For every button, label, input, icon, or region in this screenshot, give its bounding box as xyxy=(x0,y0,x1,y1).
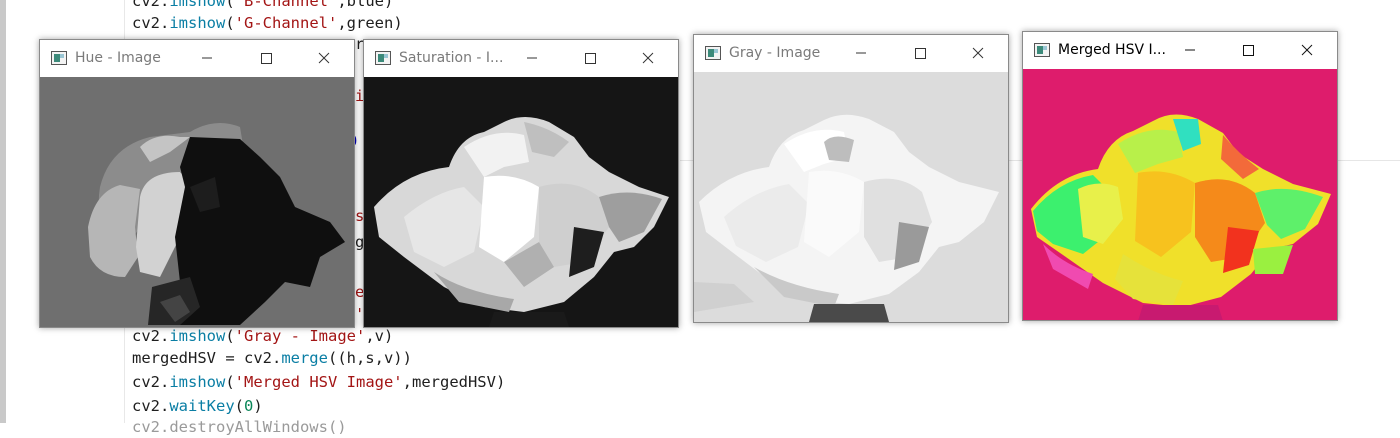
code-line-b-channel[interactable]: cv2.imshow('B-Channel',blue) xyxy=(132,0,393,12)
code-token: 'B-Channel' xyxy=(234,0,338,10)
window-title: Hue - Image xyxy=(75,50,161,66)
window-title: Gray - Image xyxy=(729,45,821,61)
code-token: ,mergedHSV) xyxy=(402,373,506,391)
code-token: ( xyxy=(225,373,235,391)
code-token: cv2. xyxy=(132,397,170,415)
code-line-g-channel[interactable]: cv2.imshow('G-Channel',green) xyxy=(132,12,403,34)
code-line-gray-imshow[interactable]: cv2.imshow('Gray - Image',v) xyxy=(132,325,393,347)
code-token: imshow xyxy=(169,0,226,10)
close-icon[interactable] xyxy=(964,41,992,65)
code-token: imshow xyxy=(169,14,226,32)
gray-image-window[interactable]: Gray - Image xyxy=(693,34,1009,323)
code-token: 'G-Channel' xyxy=(234,14,338,32)
code-token: ((h,s,v)) xyxy=(327,349,412,367)
maximize-icon[interactable] xyxy=(576,46,604,70)
window-title: Merged HSV I... xyxy=(1058,42,1166,58)
code-token: merge xyxy=(281,349,328,367)
maximize-icon[interactable] xyxy=(252,46,280,70)
code-line-merged-imshow[interactable]: cv2.imshow('Merged HSV Image',mergedHSV) xyxy=(132,371,505,393)
code-line-cutoff: cv2.destroyAllWindows() xyxy=(132,418,347,436)
saturation-image xyxy=(364,77,678,327)
window-titlebar[interactable]: Hue - Image xyxy=(40,40,354,77)
code-token: 0 xyxy=(244,397,254,415)
code-token: mergedHSV = cv2. xyxy=(132,349,282,367)
window-title: Saturation - I... xyxy=(399,50,504,66)
minimize-icon[interactable] xyxy=(847,41,875,65)
code-token: waitKey xyxy=(169,397,235,415)
hue-image-window[interactable]: Hue - Image xyxy=(39,39,355,328)
code-token: ,green) xyxy=(337,14,403,32)
minimize-icon[interactable] xyxy=(1176,38,1204,62)
code-token: imshow xyxy=(169,327,226,345)
minimize-icon[interactable] xyxy=(518,46,546,70)
code-token: ( xyxy=(234,397,244,415)
code-token: cv2. xyxy=(132,373,170,391)
opencv-window-icon xyxy=(375,51,391,65)
code-token: ( xyxy=(225,0,235,10)
close-icon[interactable] xyxy=(634,46,662,70)
merged-hsv-image-window[interactable]: Merged HSV I... xyxy=(1022,31,1338,321)
minimize-icon[interactable] xyxy=(193,46,221,70)
editor-gutter-bar xyxy=(0,0,6,423)
merged-hsv-image xyxy=(1023,69,1337,320)
maximize-icon[interactable] xyxy=(1234,38,1262,62)
code-token: ( xyxy=(225,14,235,32)
opencv-window-icon xyxy=(705,46,721,60)
opencv-window-icon xyxy=(51,51,67,65)
code-token: 'Gray - Image' xyxy=(234,327,366,345)
window-titlebar[interactable]: Merged HSV I... xyxy=(1023,32,1337,69)
gray-image xyxy=(694,72,1008,322)
code-token: cv2. xyxy=(132,0,170,10)
code-line-waitkey[interactable]: cv2.waitKey(0) xyxy=(132,395,263,417)
hue-image xyxy=(40,77,354,327)
code-token: cv2. xyxy=(132,14,170,32)
code-token: ( xyxy=(225,327,235,345)
code-token: cv2. xyxy=(132,327,170,345)
window-titlebar[interactable]: Saturation - I... xyxy=(364,40,678,77)
close-icon[interactable] xyxy=(310,46,338,70)
window-titlebar[interactable]: Gray - Image xyxy=(694,35,1008,72)
code-line-merge[interactable]: mergedHSV = cv2.merge((h,s,v)) xyxy=(132,347,412,369)
code-token: imshow xyxy=(169,373,226,391)
code-token: 'Merged HSV Image' xyxy=(234,373,403,391)
saturation-image-window[interactable]: Saturation - I... xyxy=(363,39,679,328)
code-token: ,v) xyxy=(365,327,394,345)
code-token: ,blue) xyxy=(337,0,394,10)
close-icon[interactable] xyxy=(1293,38,1321,62)
opencv-window-icon xyxy=(1034,43,1050,57)
maximize-icon[interactable] xyxy=(906,41,934,65)
code-token: ) xyxy=(253,397,263,415)
